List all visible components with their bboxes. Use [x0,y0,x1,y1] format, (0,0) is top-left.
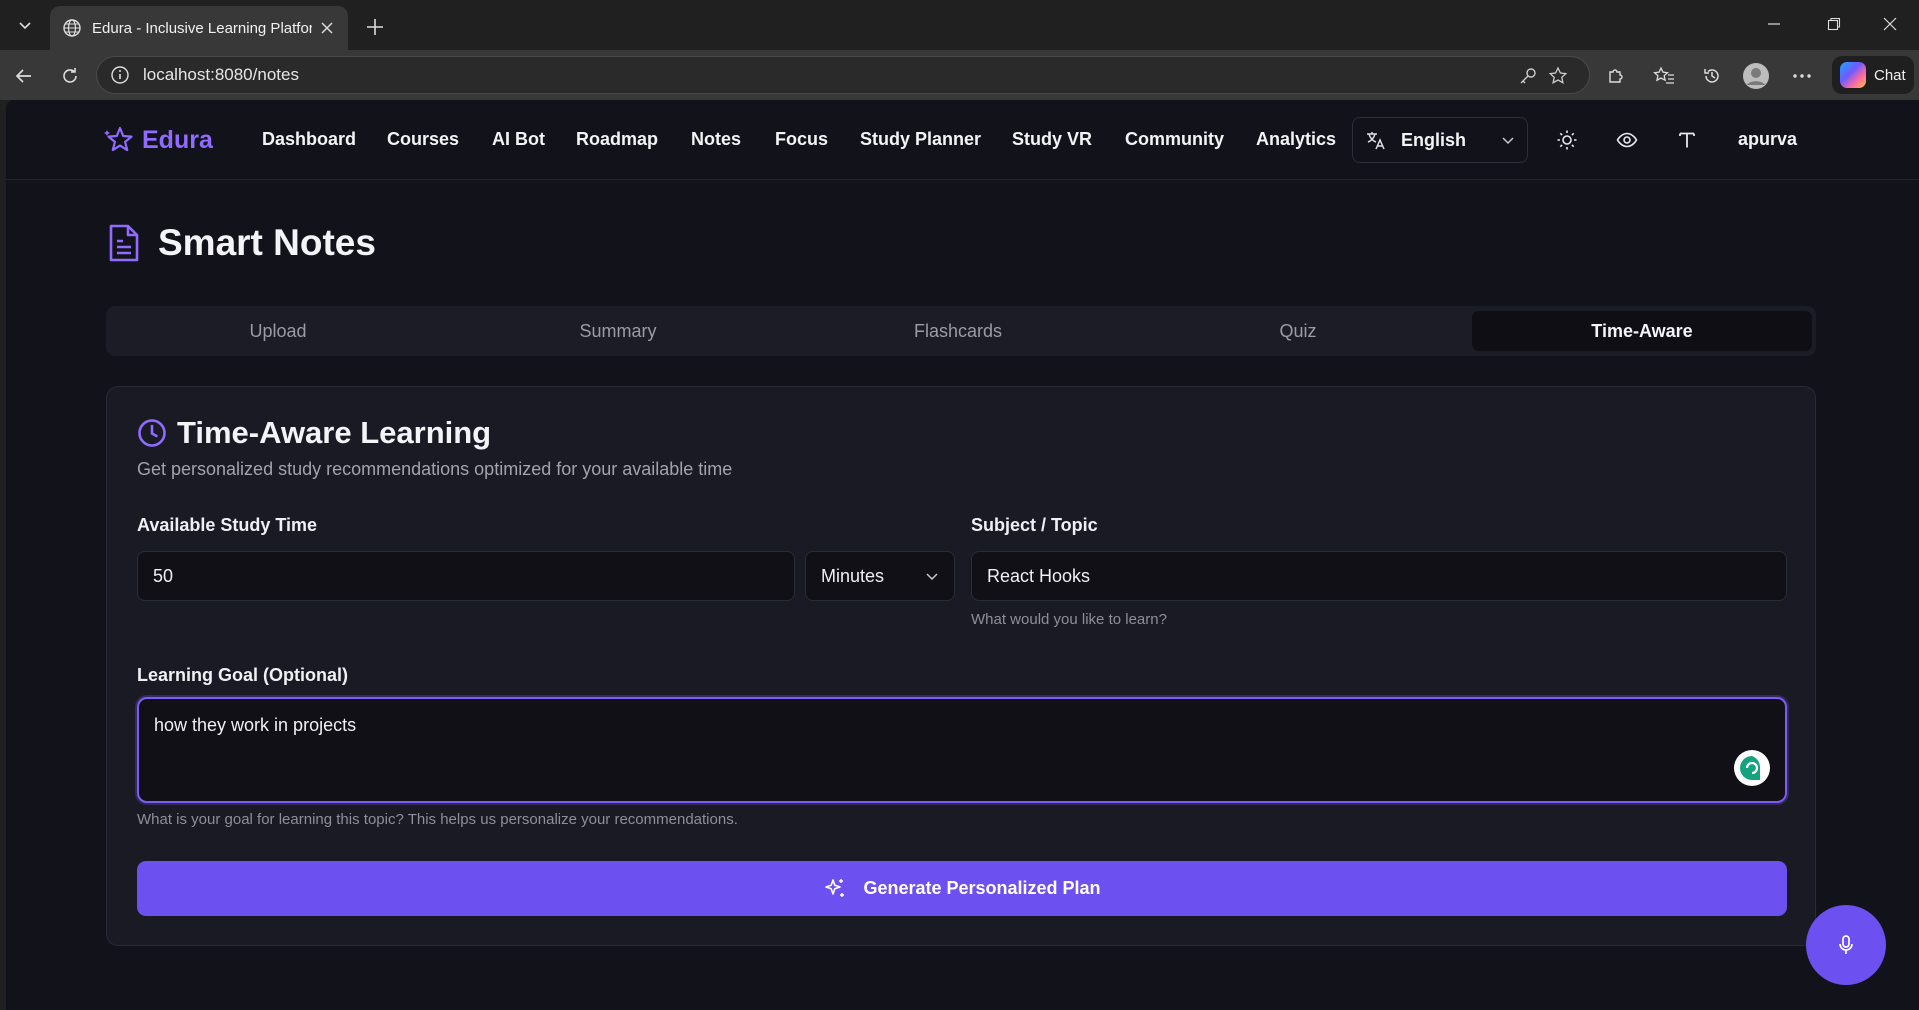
copilot-chat-button[interactable]: Chat [1832,56,1914,94]
avatar-icon [1743,63,1769,89]
puzzle-icon [1609,69,1623,83]
nav-analytics[interactable]: Analytics [1256,129,1336,150]
tab-quiz[interactable]: Quiz [1128,311,1468,351]
subject-label: Subject / Topic [971,515,1098,535]
plus-icon [367,19,383,35]
new-tab-button[interactable] [360,12,390,42]
chat-label: Chat [1874,66,1906,84]
copilot-icon [1840,62,1866,88]
eye-icon [1616,132,1638,148]
reload-icon [63,68,77,83]
address-bar[interactable]: localhost:8080/notes [96,56,1590,94]
tab-flashcards[interactable]: Flashcards [788,311,1128,351]
page-title: Smart Notes [158,222,376,263]
goal-label: Learning Goal (Optional) [137,665,348,685]
tab-upload[interactable]: Upload [108,311,448,351]
star-icon[interactable] [1545,63,1571,89]
more-icon [1793,74,1811,78]
browser-tabstrip: Edura - Inclusive Learning Platform [0,0,1919,50]
theme-toggle-button[interactable] [1554,127,1580,153]
generate-plan-label: Generate Personalized Plan [863,878,1101,898]
favorites-icon [1653,66,1674,84]
back-button[interactable] [8,60,40,92]
nav-study-planner[interactable]: Study Planner [860,129,981,150]
minimize-icon [1768,23,1780,25]
extensions-button[interactable] [1600,60,1632,92]
clock-icon [138,419,166,447]
goal-helper: What is your goal for learning this topi… [137,811,738,828]
notes-tabs: Upload Summary Flashcards Quiz Time-Awar… [106,306,1816,356]
card-title: Time-Aware Learning [177,415,492,450]
close-icon [1883,17,1897,31]
brand-logo[interactable]: Edura [104,124,213,156]
url-text: localhost:8080/notes [143,65,299,84]
card-subtitle: Get personalized study recommendations o… [137,459,733,479]
close-icon [321,22,333,34]
tab-title: Edura - Inclusive Learning Platform [92,19,312,37]
history-button[interactable] [1696,60,1728,92]
card-header: Time-Aware Learning [137,415,491,451]
subject-value: React Hooks [987,565,1091,586]
sparkles-icon [825,878,845,897]
browser-toolbar: localhost:8080/notes Chat [0,50,1919,100]
nav-community[interactable]: Community [1125,129,1224,150]
nav-study-vr[interactable]: Study VR [1012,129,1092,150]
tab-time-aware[interactable]: Time-Aware [1472,311,1812,351]
key-icon[interactable] [1515,63,1541,89]
nav-courses[interactable]: Courses [387,129,459,150]
subject-input[interactable]: React Hooks [971,551,1787,601]
nav-roadmap[interactable]: Roadmap [576,129,658,150]
time-unit-value: Minutes [821,565,885,586]
close-window-button[interactable] [1868,8,1912,40]
tab-close-button[interactable] [318,19,336,37]
browser-tab[interactable]: Edura - Inclusive Learning Platform [50,6,348,50]
grammarly-icon[interactable] [1733,749,1771,787]
history-icon [1704,69,1719,83]
microphone-icon [1839,935,1853,954]
chevron-down-icon [19,22,31,30]
app-navbar: Edura Dashboard Courses AI Bot Roadmap N… [6,100,1919,180]
chevron-down-icon [1502,137,1514,145]
reload-button[interactable] [54,60,86,92]
tab-summary[interactable]: Summary [448,311,788,351]
goal-textarea[interactable]: how they work in projects [137,697,1787,803]
brand-name: Edura [142,125,213,154]
restore-icon [1827,17,1841,31]
page-viewport: Edura Dashboard Courses AI Bot Roadmap N… [6,100,1919,1010]
minimize-button[interactable] [1752,8,1796,40]
translate-icon [1367,132,1385,150]
nav-focus[interactable]: Focus [775,129,828,150]
restore-button[interactable] [1812,8,1856,40]
study-time-value: 50 [153,565,174,586]
text-icon [1679,132,1695,148]
nav-dashboard[interactable]: Dashboard [262,129,356,150]
user-menu[interactable]: apurva [1738,129,1797,150]
subject-helper: What would you like to learn? [971,611,1167,628]
sun-icon [1557,130,1577,150]
info-icon[interactable] [109,64,131,86]
language-label: English [1401,129,1467,150]
accessibility-view-button[interactable] [1614,127,1640,153]
time-unit-select[interactable]: Minutes [805,551,955,601]
study-time-label: Available Study Time [137,515,318,535]
document-icon [109,224,139,262]
page-header: Smart Notes [106,222,376,264]
generate-plan-button[interactable]: Generate Personalized Plan [137,861,1787,916]
arrow-left-icon [15,69,31,83]
nav-ai-bot[interactable]: AI Bot [492,129,545,150]
time-aware-card: Time-Aware Learning Get personalized stu… [106,386,1816,946]
nav-notes[interactable]: Notes [691,129,741,150]
globe-icon [63,19,81,37]
tab-list-button[interactable] [8,10,42,40]
sparkle-star-icon [104,126,133,152]
more-button[interactable] [1786,60,1818,92]
chevron-down-icon [926,573,938,581]
font-size-button[interactable] [1674,127,1700,153]
goal-value: how they work in projects [154,715,357,735]
favorites-button[interactable] [1648,60,1680,92]
language-select[interactable]: English [1352,117,1528,163]
study-time-input[interactable]: 50 [137,551,795,601]
profile-button[interactable] [1740,60,1772,92]
voice-assistant-button[interactable] [1806,905,1886,985]
